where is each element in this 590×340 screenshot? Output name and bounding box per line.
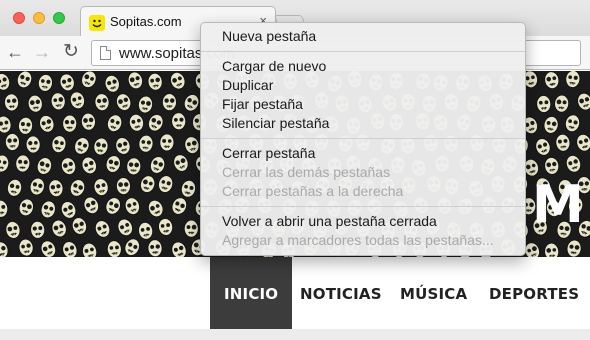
menu-item-close-tab[interactable]: Cerrar pestaña	[201, 144, 525, 163]
nav-musica[interactable]: MÚSICA	[400, 257, 467, 329]
nav-inicio[interactable]: INICIO	[210, 257, 293, 329]
nav-deportes[interactable]: DEPORTES	[489, 257, 579, 329]
forward-arrow-icon[interactable]: →	[31, 41, 53, 63]
nav-noticias[interactable]: NOTICIAS	[300, 257, 382, 329]
menu-item-bookmark-all-tabs: Agregar a marcadores todas las pestañas.…	[222, 232, 494, 248]
menu-item-mute-tab[interactable]: Silenciar pestaña	[201, 114, 525, 133]
reload-icon[interactable]: ↻	[60, 41, 82, 63]
menu-item-duplicate[interactable]: Duplicar	[201, 76, 525, 95]
menu-item-pin-tab[interactable]: Fijar pestaña	[201, 95, 525, 114]
menu-separator	[201, 206, 525, 207]
menu-item-close-other-tabs: Cerrar las demás pestañas	[222, 164, 391, 180]
page-icon	[100, 46, 111, 60]
menu-item-reload[interactable]: Cargar de nuevo	[201, 57, 525, 76]
window-close-button[interactable]	[13, 12, 25, 24]
content-divider	[0, 329, 590, 340]
smiley-favicon-icon	[89, 15, 105, 31]
window-minimize-button[interactable]	[33, 12, 45, 24]
window-maximize-button[interactable]	[53, 12, 65, 24]
menu-item-reopen-closed-tab[interactable]: Volver a abrir una pestaña cerrada	[201, 212, 525, 231]
menu-separator	[201, 138, 525, 139]
tab-title: Sopitas.com	[110, 14, 182, 29]
back-arrow-icon[interactable]: ←	[4, 41, 26, 63]
menu-item-new-tab[interactable]: Nueva pestaña	[201, 27, 525, 46]
brand-logo-letter: M	[532, 175, 584, 235]
menu-item-close-tabs-right: Cerrar pestañas a la derecha	[222, 183, 404, 199]
menu-separator	[201, 51, 525, 52]
site-navbar: INICIO NOTICIAS MÚSICA DEPORTES	[0, 257, 590, 329]
tab-context-menu: Nueva pestaña Cargar de nuevo Duplicar F…	[200, 22, 526, 256]
